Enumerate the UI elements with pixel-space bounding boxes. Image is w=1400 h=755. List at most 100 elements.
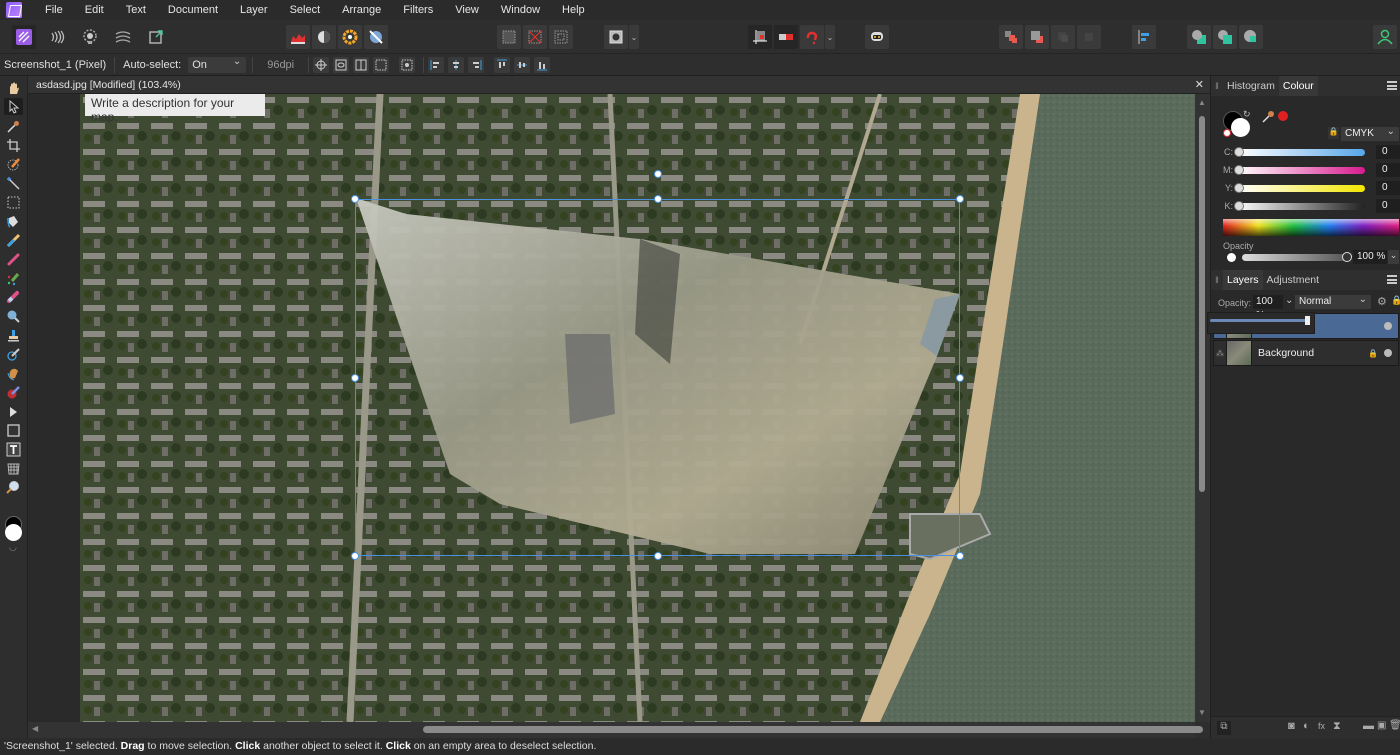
menu-arrange[interactable]: Arrange bbox=[331, 0, 392, 20]
marquee-tool[interactable] bbox=[5, 194, 22, 211]
map-description-label[interactable]: Write a description for your map. bbox=[85, 94, 265, 124]
black-value-input[interactable]: 0 bbox=[1376, 199, 1400, 213]
node-tool[interactable] bbox=[5, 403, 22, 420]
vertical-scrollbar[interactable]: ▲ ▼ bbox=[1195, 94, 1210, 722]
picked-colour-swatch[interactable] bbox=[1278, 111, 1288, 121]
panel-menu-icon[interactable] bbox=[1387, 81, 1397, 90]
snapping-dropdown[interactable]: ⌄ bbox=[825, 25, 835, 49]
vertical-scroll-thumb[interactable] bbox=[1199, 116, 1205, 492]
lock-icon[interactable]: 🔒 bbox=[1391, 295, 1400, 306]
colour-spectrum[interactable] bbox=[1223, 219, 1399, 236]
show-bounding-box-button[interactable] bbox=[333, 56, 350, 73]
artistic-text-tool[interactable] bbox=[5, 441, 22, 458]
panel-grip-icon[interactable]: ‖ bbox=[1211, 275, 1223, 285]
opacity-slider-knob[interactable] bbox=[1342, 252, 1352, 262]
secondary-colour-swatch[interactable] bbox=[5, 524, 22, 541]
no-colour-icon[interactable] bbox=[1223, 129, 1231, 137]
adjustment-icon[interactable]: ◐ bbox=[1303, 720, 1310, 732]
layer-lock-icon[interactable]: 🔒 bbox=[1368, 349, 1378, 358]
selection-bounding-box[interactable] bbox=[355, 199, 960, 556]
gear-icon[interactable]: ⚙ bbox=[1377, 295, 1387, 308]
menu-select[interactable]: Select bbox=[279, 0, 332, 20]
select-all-button[interactable] bbox=[497, 25, 521, 49]
tab-adjustment[interactable]: Adjustment bbox=[1263, 270, 1324, 290]
scroll-left-icon[interactable]: ◀ bbox=[32, 724, 38, 733]
flip-button[interactable] bbox=[353, 56, 370, 73]
align-middle-button[interactable] bbox=[514, 56, 531, 73]
resize-handle-top-left[interactable] bbox=[351, 195, 359, 203]
dodge-brush-tool[interactable] bbox=[5, 308, 22, 325]
assistant-button[interactable] bbox=[865, 25, 889, 49]
move-forward-button[interactable] bbox=[1025, 25, 1049, 49]
menu-file[interactable]: File bbox=[34, 0, 74, 20]
align-center-button[interactable] bbox=[448, 56, 465, 73]
resize-handle-top-right[interactable] bbox=[956, 195, 964, 203]
menu-filters[interactable]: Filters bbox=[392, 0, 444, 20]
colour-picker-eyedropper-icon[interactable] bbox=[1261, 110, 1275, 124]
popup-slider-thumb[interactable] bbox=[1305, 316, 1310, 325]
quick-mask-button[interactable] bbox=[604, 25, 628, 49]
arrange-layers-icon[interactable]: ⧉ bbox=[1217, 721, 1231, 735]
boolean-intersect-button[interactable] bbox=[1239, 25, 1263, 49]
grid-button[interactable] bbox=[373, 56, 390, 73]
menu-help[interactable]: Help bbox=[551, 0, 596, 20]
cyan-value-input[interactable]: 0 bbox=[1376, 145, 1400, 159]
paint-brush-tool[interactable] bbox=[5, 251, 22, 268]
rectangle-tool[interactable] bbox=[5, 422, 22, 439]
move-to-front-button[interactable] bbox=[999, 25, 1023, 49]
opacity-slider[interactable] bbox=[1242, 252, 1352, 262]
canvas[interactable]: Write a description for your map. bbox=[28, 94, 1195, 722]
tab-histogram[interactable]: Histogram bbox=[1223, 76, 1279, 96]
magnet-snapping-button[interactable] bbox=[800, 25, 824, 49]
blend-mode-dropdown[interactable]: Normal ⌄ bbox=[1295, 294, 1371, 309]
resize-handle-left[interactable] bbox=[351, 374, 359, 382]
deselect-button[interactable] bbox=[523, 25, 547, 49]
transform-objects-button[interactable] bbox=[399, 56, 416, 73]
resize-handle-bottom-left[interactable] bbox=[351, 552, 359, 560]
scroll-up-icon[interactable]: ▲ bbox=[1198, 98, 1206, 107]
horizontal-scroll-thumb[interactable] bbox=[423, 726, 1203, 733]
scroll-down-icon[interactable]: ▼ bbox=[1198, 708, 1206, 717]
move-backward-button[interactable] bbox=[1051, 25, 1075, 49]
yellow-value-input[interactable]: 0 bbox=[1376, 181, 1400, 195]
mask-layer-icon[interactable]: ◙ bbox=[1288, 720, 1295, 732]
align-right-button[interactable] bbox=[468, 56, 485, 73]
align-button[interactable] bbox=[1132, 25, 1156, 49]
gradient-tool[interactable] bbox=[5, 232, 22, 249]
color-picker-tool[interactable] bbox=[5, 118, 22, 135]
align-top-button[interactable] bbox=[494, 56, 511, 73]
rotation-handle[interactable] bbox=[654, 170, 662, 178]
export-persona-button[interactable] bbox=[144, 25, 168, 49]
blemish-removal-tool[interactable] bbox=[5, 346, 22, 363]
quick-mask-dropdown[interactable]: ⌄ bbox=[629, 25, 639, 49]
menu-edit[interactable]: Edit bbox=[74, 0, 115, 20]
erase-brush-tool[interactable] bbox=[5, 289, 22, 306]
swap-colours-icon[interactable]: ↻ bbox=[1243, 109, 1251, 120]
clone-brush-tool[interactable] bbox=[5, 327, 22, 344]
menu-layer[interactable]: Layer bbox=[229, 0, 279, 20]
liquify-persona-button[interactable] bbox=[45, 25, 69, 49]
yellow-slider-knob[interactable] bbox=[1234, 182, 1244, 193]
yellow-slider[interactable] bbox=[1234, 182, 1365, 193]
panel-menu-icon[interactable] bbox=[1387, 275, 1397, 284]
selection-brush-tool[interactable] bbox=[5, 156, 22, 173]
menu-document[interactable]: Document bbox=[157, 0, 229, 20]
menu-view[interactable]: View bbox=[444, 0, 490, 20]
live-filter-icon[interactable]: ⧗ bbox=[1333, 720, 1341, 733]
invert-selection-button[interactable] bbox=[549, 25, 573, 49]
magenta-value-input[interactable]: 0 bbox=[1376, 163, 1400, 177]
swap-colours-icon[interactable]: ◡ bbox=[9, 542, 17, 553]
tab-layers[interactable]: Layers bbox=[1223, 270, 1263, 290]
levels-button[interactable] bbox=[286, 25, 310, 49]
delete-layer-icon[interactable]: 🗑 bbox=[1389, 720, 1400, 731]
red-eye-removal-tool[interactable] bbox=[5, 384, 22, 401]
colour-balance-button[interactable] bbox=[338, 25, 362, 49]
horizontal-scrollbar[interactable]: ◀ bbox=[28, 722, 1203, 738]
document-tab[interactable]: asdasd.jpg [Modified] (103.4%) ✕ bbox=[28, 76, 1210, 94]
layer-opacity-dropdown[interactable]: ⌄ bbox=[1285, 295, 1293, 306]
view-tool[interactable] bbox=[5, 80, 22, 97]
popup-slider-track[interactable] bbox=[1210, 319, 1310, 322]
move-to-back-button[interactable] bbox=[1077, 25, 1101, 49]
layer-visibility-icon[interactable] bbox=[1384, 349, 1392, 357]
fx-icon[interactable]: fx bbox=[1318, 721, 1325, 731]
